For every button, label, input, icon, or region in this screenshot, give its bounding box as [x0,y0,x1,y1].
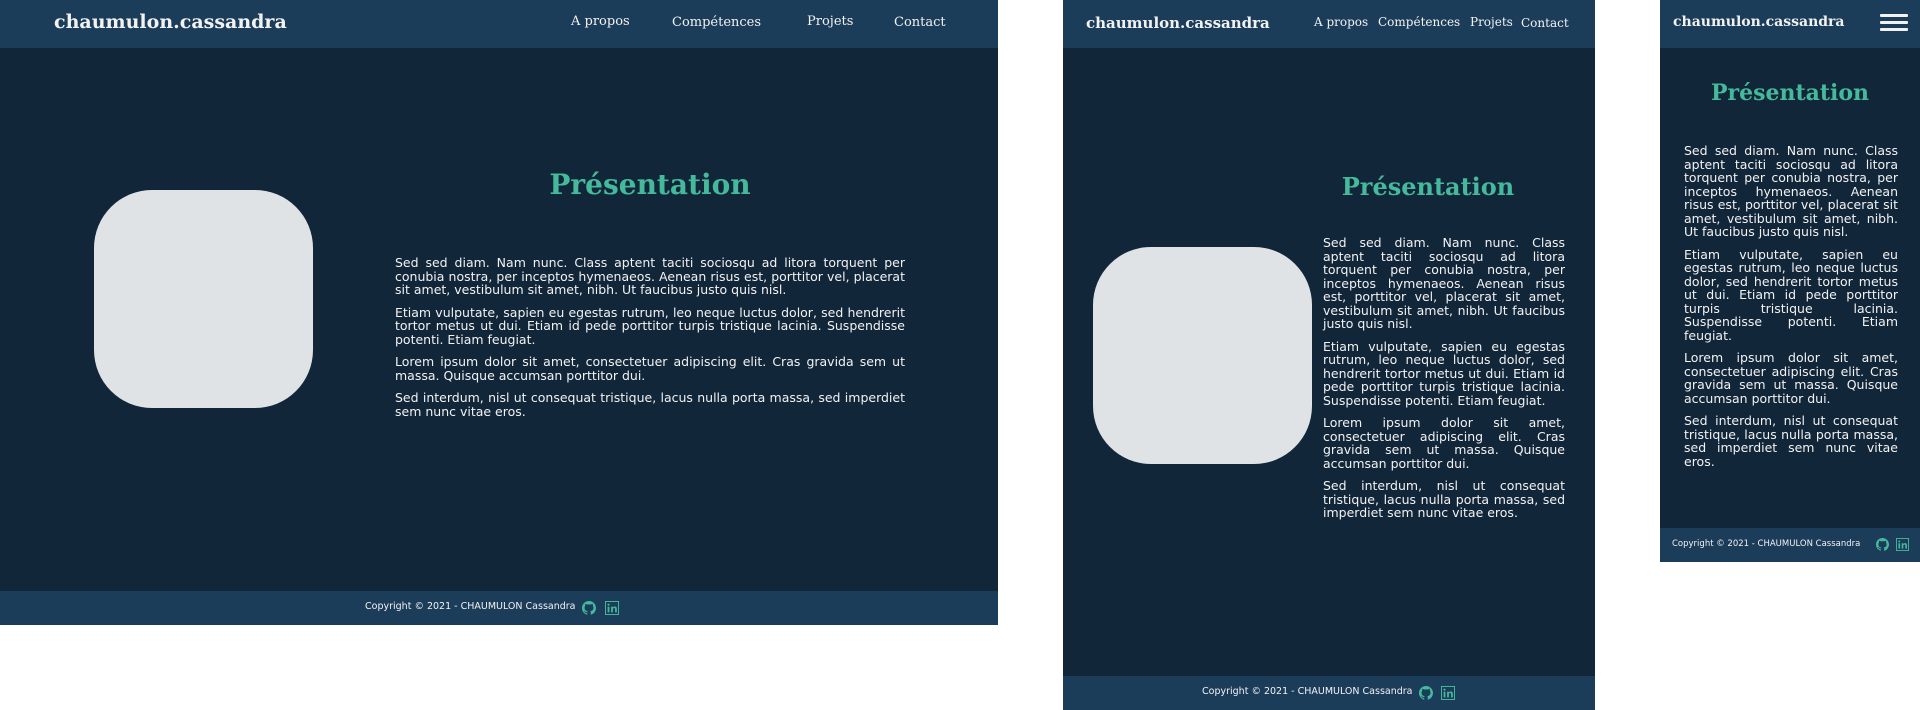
presentation-text: Sed sed diam. Nam nunc. Class aptent tac… [395,256,905,418]
linkedin-icon[interactable] [1896,538,1909,551]
github-icon[interactable] [1419,686,1433,700]
site-logo[interactable]: chaumulon.cassandra [1086,14,1270,32]
linkedin-icon[interactable] [1441,686,1455,700]
tablet-preview: chaumulon.cassandra A propos Compétences… [1063,0,1595,710]
site-header: chaumulon.cassandra A propos Compétences… [1063,0,1595,48]
nav-link-projets[interactable]: Projets [807,14,853,29]
paragraph: Sed interdum, nisl ut consequat tristiqu… [395,390,905,419]
hamburger-menu-icon[interactable] [1880,14,1908,35]
site-header: chaumulon.cassandra [1660,0,1920,48]
paragraph: Etiam vulputate, sapien eu egestas rutru… [1323,338,1565,408]
section-title: Présentation [1341,172,1515,201]
github-icon[interactable] [582,601,596,615]
paragraph: Sed interdum, nisl ut consequat tristiqu… [1684,413,1898,469]
nav-link-contact[interactable]: Contact [894,15,946,30]
profile-photo-placeholder [1093,247,1312,464]
nav-link-contact[interactable]: Contact [1521,16,1569,30]
profile-photo-placeholder [94,190,313,408]
paragraph: Etiam vulputate, sapien eu egestas rutru… [395,304,905,347]
presentation-text: Sed sed diam. Nam nunc. Class aptent tac… [1323,236,1565,520]
paragraph: Sed sed diam. Nam nunc. Class aptent tac… [1684,143,1898,239]
mobile-preview: chaumulon.cassandra Présentation Sed sed… [1660,0,1920,562]
site-footer: Copyright © 2021 - CHAUMULON Cassandra [1660,528,1920,562]
site-logo[interactable]: chaumulon.cassandra [54,11,287,33]
desktop-preview: chaumulon.cassandra A propos Compétences… [0,0,998,625]
site-logo[interactable]: chaumulon.cassandra [1673,14,1845,30]
section-title: Présentation [1710,80,1870,106]
nav-link-projets[interactable]: Projets [1470,15,1513,29]
presentation-text: Sed sed diam. Nam nunc. Class aptent tac… [1684,144,1898,468]
nav-link-a-propos[interactable]: A propos [1314,15,1368,29]
nav-link-a-propos[interactable]: A propos [571,14,630,29]
paragraph: Sed sed diam. Nam nunc. Class aptent tac… [1323,235,1565,331]
copyright-text: Copyright © 2021 - CHAUMULON Cassandra [1202,686,1413,697]
paragraph: Lorem ipsum dolor sit amet, consectetuer… [1323,415,1565,471]
paragraph: Lorem ipsum dolor sit amet, consectetuer… [1684,350,1898,406]
section-title: Présentation [549,168,751,201]
site-header: chaumulon.cassandra A propos Compétences… [0,0,998,48]
paragraph: Etiam vulputate, sapien eu egestas rutru… [1684,246,1898,343]
site-footer: Copyright © 2021 - CHAUMULON Cassandra [0,591,998,625]
paragraph: Sed sed diam. Nam nunc. Class aptent tac… [395,255,905,297]
nav-link-competences[interactable]: Compétences [1378,15,1460,29]
linkedin-icon[interactable] [605,601,619,615]
paragraph: Sed interdum, nisl ut consequat tristiqu… [1323,478,1565,520]
paragraph: Lorem ipsum dolor sit amet, consectetuer… [395,354,905,383]
github-icon[interactable] [1876,538,1889,551]
nav-link-competences[interactable]: Compétences [672,15,761,30]
site-footer: Copyright © 2021 - CHAUMULON Cassandra [1063,676,1595,710]
copyright-text: Copyright © 2021 - CHAUMULON Cassandra [365,601,576,612]
copyright-text: Copyright © 2021 - CHAUMULON Cassandra [1672,539,1861,549]
